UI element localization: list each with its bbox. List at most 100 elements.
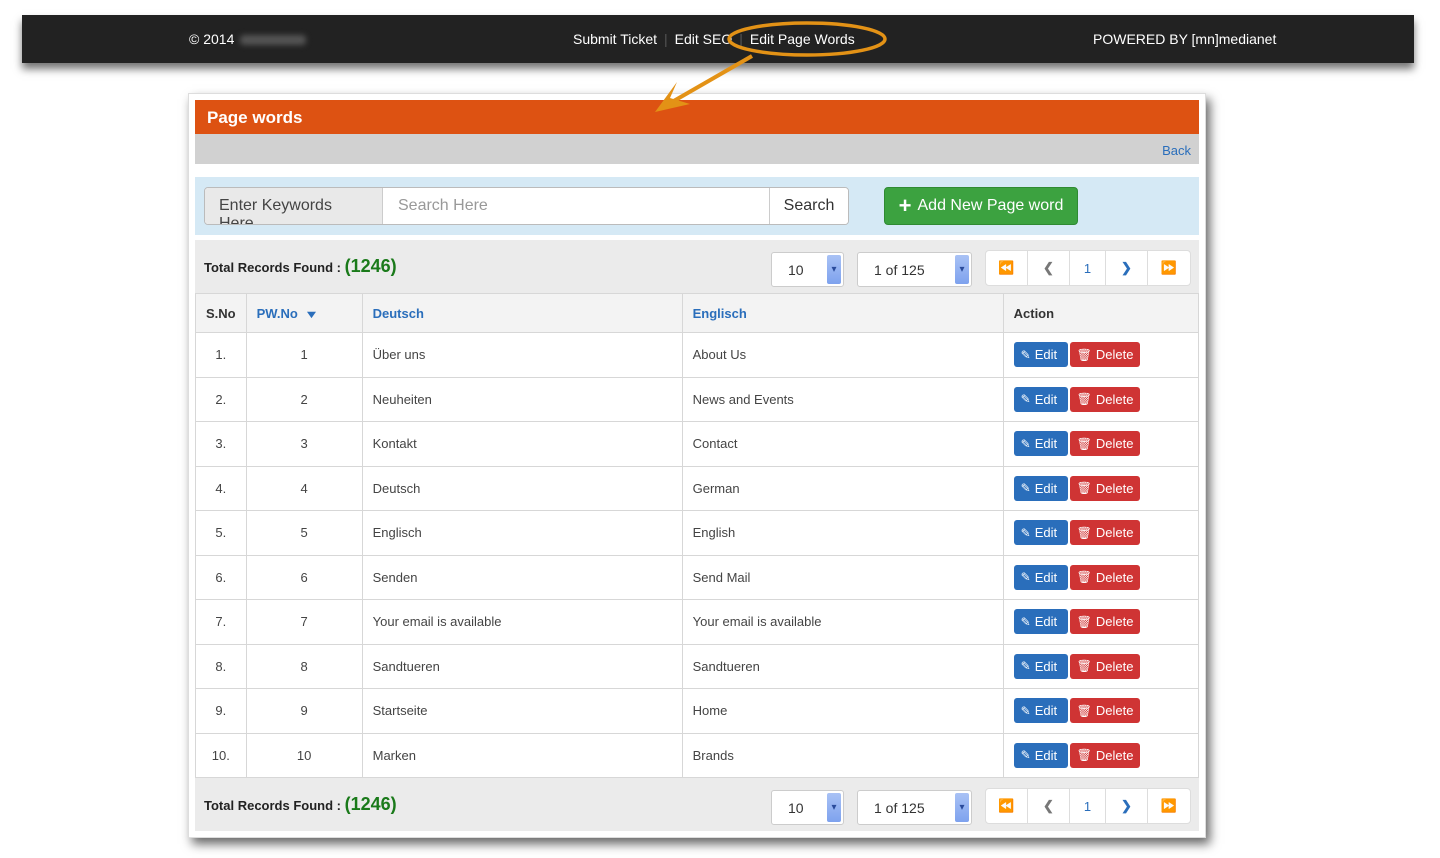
delete-button[interactable]: 🗑 Delete <box>1069 564 1140 590</box>
table-row: 2. 2 Neuheiten News and Events ✎ Edit 🗑 Delete <box>195 376 1200 422</box>
edit-icon: ✎ <box>1020 659 1031 674</box>
plus-icon: + <box>898 193 912 218</box>
double-chevron-left-icon: ⏪ <box>998 260 1015 275</box>
footer-links: Submit Ticket | Edit SEO | Edit Page Words <box>573 31 855 47</box>
cell-englisch: Home <box>681 688 1004 734</box>
delete-button[interactable]: 🗑 Delete <box>1069 653 1140 679</box>
search-button[interactable]: Search <box>769 188 848 224</box>
records-bar-bottom: Total Records Found : (1246) 10 ▾ 1 of 1… <box>195 778 1199 831</box>
records-bar-top: Total Records Found : (1246) 10 ▾ 1 of 1… <box>195 240 1199 293</box>
search-input[interactable] <box>383 188 769 224</box>
cell-pwno: 3 <box>245 421 363 467</box>
edit-seo-link[interactable]: Edit SEO <box>675 31 733 47</box>
cell-sno: 4. <box>195 465 247 511</box>
prev-page-button[interactable]: ❮ <box>1028 789 1070 823</box>
cell-pwno: 6 <box>245 554 363 600</box>
delete-button[interactable]: 🗑 Delete <box>1069 520 1140 546</box>
delete-button[interactable]: 🗑 Delete <box>1069 609 1140 635</box>
delete-button[interactable]: 🗑 Delete <box>1069 698 1140 724</box>
sort-desc-icon: ▼ <box>303 308 319 321</box>
total-records: Total Records Found : (1246) <box>204 256 397 277</box>
delete-button[interactable]: 🗑 Delete <box>1069 475 1140 501</box>
last-page-button[interactable]: ⏩ <box>1148 251 1190 285</box>
prev-page-button[interactable]: ❮ <box>1028 251 1070 285</box>
back-link[interactable]: Back <box>1162 143 1191 158</box>
cell-englisch: About Us <box>681 332 1004 378</box>
table-row: 5. 5 Englisch English ✎ Edit 🗑 Delete <box>195 510 1200 556</box>
edit-button[interactable]: ✎ Edit <box>1013 386 1068 412</box>
page-select[interactable]: 1 of 125 ▾ <box>857 252 972 287</box>
page-number-button[interactable]: 1 <box>1070 789 1106 823</box>
trash-icon: 🗑 <box>1076 659 1092 674</box>
page-size-value: 10 <box>788 800 804 816</box>
page-number-button[interactable]: 1 <box>1070 251 1106 285</box>
edit-button[interactable]: ✎ Edit <box>1013 431 1068 457</box>
edit-icon: ✎ <box>1020 570 1031 585</box>
page-size-select[interactable]: 10 ▾ <box>771 252 844 287</box>
next-page-button[interactable]: ❯ <box>1106 789 1148 823</box>
col-pwno[interactable]: PW.No ▼ <box>245 293 363 333</box>
chevron-down-icon: ▾ <box>955 793 969 822</box>
delete-button[interactable]: 🗑 Delete <box>1069 342 1140 368</box>
cell-deutsch: Deutsch <box>361 465 683 511</box>
table-row: 4. 4 Deutsch German ✎ Edit 🗑 Delete <box>195 465 1200 511</box>
first-page-button[interactable]: ⏪ <box>986 251 1028 285</box>
cell-action: ✎ Edit 🗑 Delete <box>1002 332 1200 378</box>
cell-action: ✎ Edit 🗑 Delete <box>1002 688 1200 734</box>
table-header-row: S.No PW.No ▼ Deutsch Englisch Action <box>195 293 1200 333</box>
cell-englisch: Send Mail <box>681 554 1004 600</box>
submit-ticket-link[interactable]: Submit Ticket <box>573 31 657 47</box>
delete-label: Delete <box>1095 480 1134 496</box>
total-records-label: Total Records Found : <box>204 798 341 813</box>
col-deutsch[interactable]: Deutsch <box>361 293 683 333</box>
cell-sno: 8. <box>195 643 247 689</box>
edit-page-words-link[interactable]: Edit Page Words <box>750 31 855 47</box>
double-chevron-left-icon: ⏪ <box>998 798 1015 813</box>
cell-sno: 5. <box>195 510 247 556</box>
copyright: © 2014 <box>189 31 307 47</box>
page-select-value: 1 of 125 <box>874 800 925 816</box>
edit-button[interactable]: ✎ Edit <box>1013 742 1068 768</box>
delete-button[interactable]: 🗑 Delete <box>1069 742 1140 768</box>
col-englisch[interactable]: Englisch <box>681 293 1004 333</box>
edit-button[interactable]: ✎ Edit <box>1013 475 1068 501</box>
table-row: 6. 6 Senden Send Mail ✎ Edit 🗑 Delete <box>195 554 1200 600</box>
cell-englisch: Brands <box>681 732 1004 778</box>
add-page-word-button[interactable]: + Add New Page word <box>884 187 1078 225</box>
edit-icon: ✎ <box>1020 525 1031 540</box>
edit-label: Edit <box>1034 391 1058 407</box>
cell-englisch: English <box>681 510 1004 556</box>
edit-label: Edit <box>1034 347 1058 363</box>
separator: | <box>739 31 743 47</box>
cell-deutsch: Kontakt <box>361 421 683 467</box>
page-size-select[interactable]: 10 ▾ <box>771 790 844 825</box>
edit-button[interactable]: ✎ Edit <box>1013 609 1068 635</box>
delete-label: Delete <box>1095 347 1134 363</box>
cell-sno: 9. <box>195 688 247 734</box>
edit-label: Edit <box>1034 569 1058 585</box>
edit-button[interactable]: ✎ Edit <box>1013 564 1068 590</box>
cell-action: ✎ Edit 🗑 Delete <box>1002 599 1200 645</box>
edit-icon: ✎ <box>1020 347 1031 362</box>
edit-label: Edit <box>1034 703 1058 719</box>
first-page-button[interactable]: ⏪ <box>986 789 1028 823</box>
trash-icon: 🗑 <box>1076 570 1092 585</box>
last-page-button[interactable]: ⏩ <box>1148 789 1190 823</box>
trash-icon: 🗑 <box>1076 614 1092 629</box>
search-group: Enter Keywords Here Search <box>204 187 849 225</box>
cell-deutsch: Senden <box>361 554 683 600</box>
page-select[interactable]: 1 of 125 ▾ <box>857 790 972 825</box>
edit-button[interactable]: ✎ Edit <box>1013 520 1068 546</box>
next-page-button[interactable]: ❯ <box>1106 251 1148 285</box>
delete-button[interactable]: 🗑 Delete <box>1069 386 1140 412</box>
cell-action: ✎ Edit 🗑 Delete <box>1002 554 1200 600</box>
blurred-company-name <box>240 35 307 46</box>
cell-sno: 2. <box>195 376 247 422</box>
chevron-left-icon: ❮ <box>1043 798 1054 813</box>
edit-button[interactable]: ✎ Edit <box>1013 698 1068 724</box>
double-chevron-right-icon: ⏩ <box>1160 260 1178 275</box>
edit-button[interactable]: ✎ Edit <box>1013 653 1068 679</box>
edit-button[interactable]: ✎ Edit <box>1013 342 1068 368</box>
page-select-value: 1 of 125 <box>874 262 925 278</box>
delete-button[interactable]: 🗑 Delete <box>1069 431 1140 457</box>
